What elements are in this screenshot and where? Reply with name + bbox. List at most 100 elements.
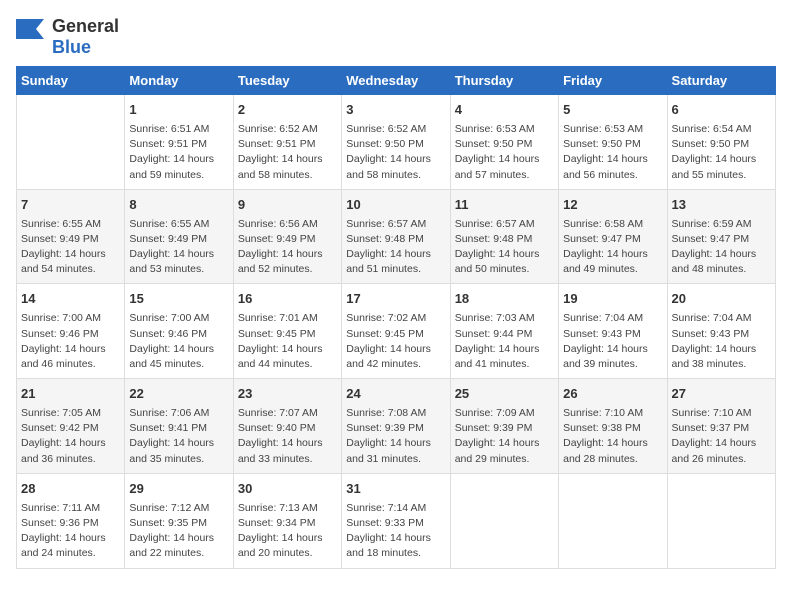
calendar-cell: 24 Sunrise: 7:08 AMSunset: 9:39 PMDayligh…: [342, 379, 450, 474]
calendar-cell: 19Sunrise: 7:04 AMSunset: 9:43 PMDayligh…: [559, 284, 667, 379]
header-day-friday: Friday: [559, 67, 667, 95]
day-number: 15: [129, 290, 228, 309]
day-info: Sunrise: 6:52 AMSunset: 9:50 PMDaylight:…: [346, 123, 431, 181]
day-number: 23: [238, 385, 337, 404]
calendar-cell: 20 Sunrise: 7:04 AMSunset: 9:43 PMDayligh…: [667, 284, 775, 379]
logo-blue: Blue: [52, 37, 91, 57]
day-number: 16: [238, 290, 337, 309]
day-number: 1: [129, 101, 228, 120]
calendar-cell: [667, 473, 775, 568]
day-info: Sunrise: 6:53 AMSunset: 9:50 PMDaylight:…: [563, 123, 648, 181]
day-info: Sunrise: 7:00 AMSunset: 9:46 PMDaylight:…: [129, 312, 214, 370]
day-info: Sunrise: 7:12 AMSunset: 9:35 PMDaylight:…: [129, 502, 214, 560]
calendar-table: SundayMondayTuesdayWednesdayThursdayFrid…: [16, 66, 776, 569]
day-info: Sunrise: 6:52 AMSunset: 9:51 PMDaylight:…: [238, 123, 323, 181]
calendar-cell: 9Sunrise: 6:56 AMSunset: 9:49 PMDaylight…: [233, 189, 341, 284]
header-day-saturday: Saturday: [667, 67, 775, 95]
day-info: Sunrise: 7:10 AMSunset: 9:37 PMDaylight:…: [672, 407, 757, 465]
header-day-tuesday: Tuesday: [233, 67, 341, 95]
calendar-body: 1Sunrise: 6:51 AMSunset: 9:51 PMDaylight…: [17, 95, 776, 569]
day-number: 5: [563, 101, 662, 120]
calendar-cell: 25Sunrise: 7:09 AMSunset: 9:39 PMDayligh…: [450, 379, 558, 474]
day-number: 13: [672, 196, 771, 215]
day-number: 21: [21, 385, 120, 404]
calendar-cell: [559, 473, 667, 568]
calendar-cell: 11 Sunrise: 6:57 AMSunset: 9:48 PMDayligh…: [450, 189, 558, 284]
day-info: Sunrise: 6:54 AMSunset: 9:50 PMDaylight:…: [672, 123, 757, 181]
day-number: 27: [672, 385, 771, 404]
day-info: Sunrise: 7:02 AMSunset: 9:45 PMDaylight:…: [346, 312, 431, 370]
day-info: Sunrise: 7:10 AMSunset: 9:38 PMDaylight:…: [563, 407, 648, 465]
day-number: 28: [21, 480, 120, 499]
calendar-cell: 31 Sunrise: 7:14 AMSunset: 9:33 PMDayligh…: [342, 473, 450, 568]
calendar-cell: 26 Sunrise: 7:10 AMSunset: 9:38 PMDayligh…: [559, 379, 667, 474]
header-day-sunday: Sunday: [17, 67, 125, 95]
day-info: Sunrise: 7:07 AMSunset: 9:40 PMDaylight:…: [238, 407, 323, 465]
header-day-monday: Monday: [125, 67, 233, 95]
calendar-cell: 2 Sunrise: 6:52 AMSunset: 9:51 PMDaylight…: [233, 95, 341, 190]
day-info: Sunrise: 7:00 AMSunset: 9:46 PMDaylight:…: [21, 312, 106, 370]
day-number: 26: [563, 385, 662, 404]
day-number: 29: [129, 480, 228, 499]
day-number: 25: [455, 385, 554, 404]
day-info: Sunrise: 7:03 AMSunset: 9:44 PMDaylight:…: [455, 312, 540, 370]
page-header: GeneralBlue: [16, 16, 776, 58]
day-info: Sunrise: 6:59 AMSunset: 9:47 PMDaylight:…: [672, 218, 757, 276]
calendar-header: SundayMondayTuesdayWednesdayThursdayFrid…: [17, 67, 776, 95]
header-day-wednesday: Wednesday: [342, 67, 450, 95]
day-info: Sunrise: 6:53 AMSunset: 9:50 PMDaylight:…: [455, 123, 540, 181]
day-info: Sunrise: 6:57 AMSunset: 9:48 PMDaylight:…: [346, 218, 431, 276]
day-info: Sunrise: 6:56 AMSunset: 9:49 PMDaylight:…: [238, 218, 323, 276]
calendar-cell: 14 Sunrise: 7:00 AMSunset: 9:46 PMDayligh…: [17, 284, 125, 379]
calendar-week-5: 28 Sunrise: 7:11 AMSunset: 9:36 PMDayligh…: [17, 473, 776, 568]
calendar-cell: 3 Sunrise: 6:52 AMSunset: 9:50 PMDaylight…: [342, 95, 450, 190]
day-info: Sunrise: 6:57 AMSunset: 9:48 PMDaylight:…: [455, 218, 540, 276]
calendar-cell: 30Sunrise: 7:13 AMSunset: 9:34 PMDayligh…: [233, 473, 341, 568]
day-info: Sunrise: 7:11 AMSunset: 9:36 PMDaylight:…: [21, 502, 106, 560]
header-day-thursday: Thursday: [450, 67, 558, 95]
day-info: Sunrise: 6:58 AMSunset: 9:47 PMDaylight:…: [563, 218, 648, 276]
header-row: SundayMondayTuesdayWednesdayThursdayFrid…: [17, 67, 776, 95]
calendar-cell: 28 Sunrise: 7:11 AMSunset: 9:36 PMDayligh…: [17, 473, 125, 568]
calendar-cell: 5 Sunrise: 6:53 AMSunset: 9:50 PMDaylight…: [559, 95, 667, 190]
calendar-cell: 17Sunrise: 7:02 AMSunset: 9:45 PMDayligh…: [342, 284, 450, 379]
day-number: 14: [21, 290, 120, 309]
day-info: Sunrise: 7:05 AMSunset: 9:42 PMDaylight:…: [21, 407, 106, 465]
day-number: 8: [129, 196, 228, 215]
day-number: 19: [563, 290, 662, 309]
calendar-cell: 10Sunrise: 6:57 AMSunset: 9:48 PMDayligh…: [342, 189, 450, 284]
day-number: 7: [21, 196, 120, 215]
day-number: 22: [129, 385, 228, 404]
day-info: Sunrise: 7:14 AMSunset: 9:33 PMDaylight:…: [346, 502, 431, 560]
calendar-week-1: 1Sunrise: 6:51 AMSunset: 9:51 PMDaylight…: [17, 95, 776, 190]
day-info: Sunrise: 7:01 AMSunset: 9:45 PMDaylight:…: [238, 312, 323, 370]
day-number: 20: [672, 290, 771, 309]
day-number: 3: [346, 101, 445, 120]
day-number: 31: [346, 480, 445, 499]
logo-general: General: [52, 16, 119, 36]
day-info: Sunrise: 7:04 AMSunset: 9:43 PMDaylight:…: [672, 312, 757, 370]
day-number: 24: [346, 385, 445, 404]
logo: GeneralBlue: [16, 16, 119, 58]
calendar-cell: 18 Sunrise: 7:03 AMSunset: 9:44 PMDayligh…: [450, 284, 558, 379]
calendar-cell: 22 Sunrise: 7:06 AMSunset: 9:41 PMDayligh…: [125, 379, 233, 474]
calendar-cell: 6 Sunrise: 6:54 AMSunset: 9:50 PMDaylight…: [667, 95, 775, 190]
calendar-week-2: 7Sunrise: 6:55 AMSunset: 9:49 PMDaylight…: [17, 189, 776, 284]
calendar-cell: 21 Sunrise: 7:05 AMSunset: 9:42 PMDayligh…: [17, 379, 125, 474]
calendar-cell: 15 Sunrise: 7:00 AMSunset: 9:46 PMDayligh…: [125, 284, 233, 379]
day-number: 18: [455, 290, 554, 309]
day-info: Sunrise: 7:08 AMSunset: 9:39 PMDaylight:…: [346, 407, 431, 465]
day-number: 6: [672, 101, 771, 120]
calendar-cell: 16 Sunrise: 7:01 AMSunset: 9:45 PMDayligh…: [233, 284, 341, 379]
day-info: Sunrise: 7:06 AMSunset: 9:41 PMDaylight:…: [129, 407, 214, 465]
calendar-cell: 27 Sunrise: 7:10 AMSunset: 9:37 PMDayligh…: [667, 379, 775, 474]
calendar-cell: [450, 473, 558, 568]
logo-text: GeneralBlue: [52, 16, 119, 58]
logo-flag-icon: [16, 19, 48, 55]
calendar-cell: [17, 95, 125, 190]
day-number: 2: [238, 101, 337, 120]
calendar-week-3: 14 Sunrise: 7:00 AMSunset: 9:46 PMDayligh…: [17, 284, 776, 379]
calendar-cell: 23 Sunrise: 7:07 AMSunset: 9:40 PMDayligh…: [233, 379, 341, 474]
day-number: 11: [455, 196, 554, 215]
calendar-cell: 4Sunrise: 6:53 AMSunset: 9:50 PMDaylight…: [450, 95, 558, 190]
